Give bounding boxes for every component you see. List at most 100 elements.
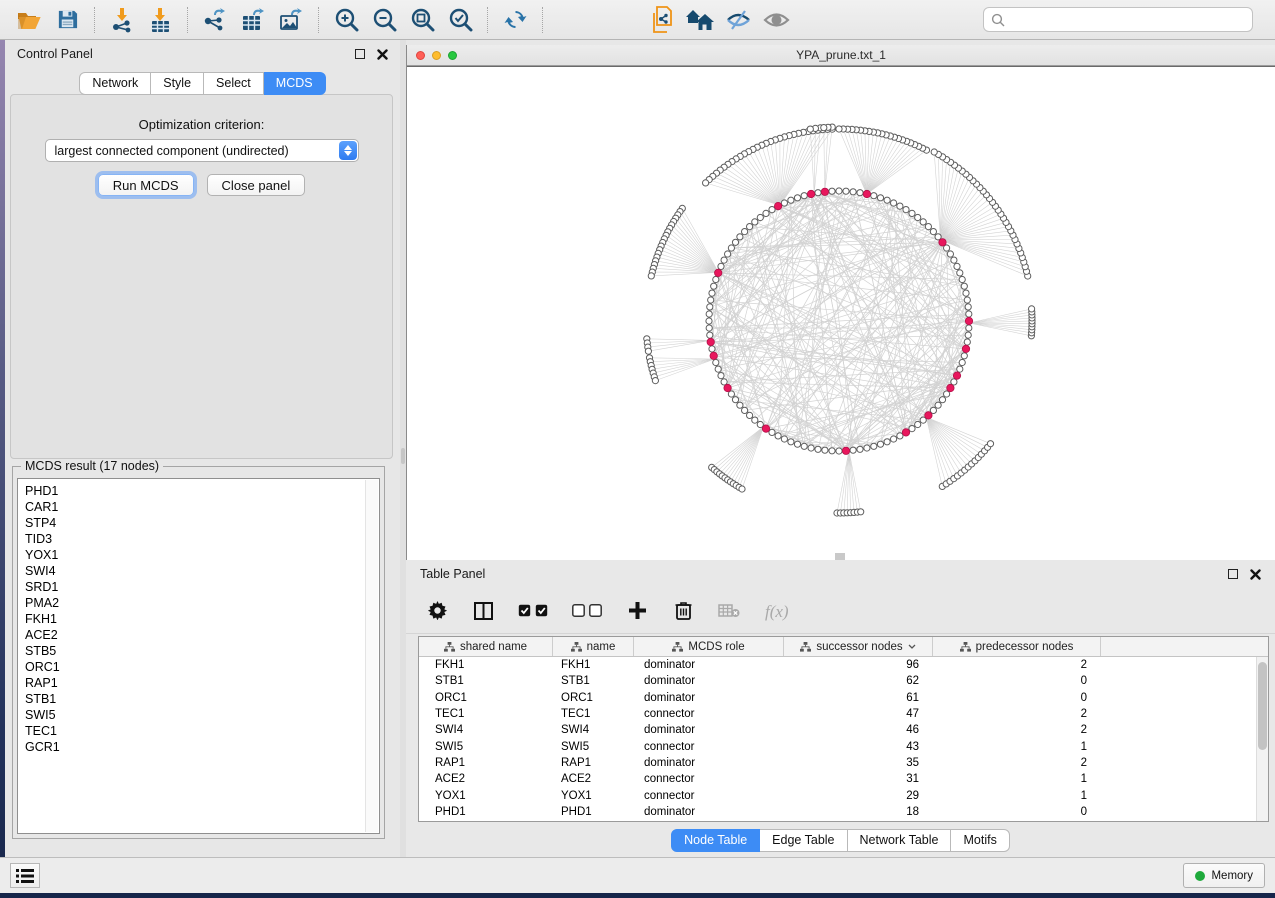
criterion-dropdown[interactable]: largest connected component (undirected) [45,139,359,162]
column-header-predecessor-nodes[interactable]: predecessor nodes [933,637,1101,656]
cell-predecessor-nodes: 2 [933,708,1101,720]
mcds-result-item[interactable]: STB5 [25,643,379,659]
show-columns-icon[interactable] [470,598,496,624]
table-row[interactable]: TEC1TEC1connector472 [419,706,1256,722]
table-scrollbar-thumb[interactable] [1258,662,1267,750]
search-icon [991,13,1005,27]
cell-name: YOX1 [553,790,634,802]
mcds-result-item[interactable]: FKH1 [25,611,379,627]
search-input[interactable] [1010,13,1245,27]
tab-node-table[interactable]: Node Table [671,829,760,852]
main-toolbar [0,0,1275,40]
tab-mcds[interactable]: MCDS [264,72,326,95]
column-header-name[interactable]: name [553,637,634,656]
column-header-label: successor nodes [816,641,902,653]
run-mcds-button[interactable]: Run MCDS [98,174,194,196]
close-panel-icon[interactable] [377,49,388,60]
table-scrollbar[interactable] [1256,657,1268,821]
column-header-successor-nodes[interactable]: successor nodes [784,637,933,656]
create-column-icon[interactable] [624,598,650,624]
network-canvas[interactable] [407,66,1275,560]
mcds-result-item[interactable]: TEC1 [25,723,379,739]
splitter-grip[interactable] [401,448,405,464]
cell-name: FKH1 [553,659,634,671]
minimize-window-icon[interactable] [432,51,441,60]
cell-name: RAP1 [553,757,634,769]
column-header-mcds-role[interactable]: MCDS role [634,637,784,656]
import-network-icon[interactable] [107,6,137,34]
mcds-list-scrollbar[interactable] [365,480,378,832]
maximize-window-icon[interactable] [448,51,457,60]
network-window-titlebar[interactable]: YPA_prune.txt_1 [407,45,1275,66]
table-row[interactable]: RAP1RAP1dominator352 [419,755,1256,771]
tab-motifs[interactable]: Motifs [951,829,1009,852]
cell-successor-nodes: 35 [784,757,933,769]
mcds-result-item[interactable]: ORC1 [25,659,379,675]
mcds-result-item[interactable]: PMA2 [25,595,379,611]
open-file-icon[interactable] [14,6,44,34]
cell-predecessor-nodes: 1 [933,790,1101,802]
deselect-all-rows-icon[interactable] [570,598,604,624]
cell-shared-name: SWI4 [419,724,553,736]
table-row[interactable]: FKH1FKH1dominator962 [419,657,1256,673]
mcds-result-list[interactable]: PHD1CAR1STP4TID3YOX1SWI4SRD1PMA2FKH1ACE2… [17,478,380,834]
mcds-result-item[interactable]: SWI4 [25,563,379,579]
close-panel-button[interactable]: Close panel [207,174,306,196]
tab-edge-table[interactable]: Edge Table [760,829,847,852]
hide-graphics-details-icon[interactable] [723,6,753,34]
apply-layout-icon[interactable] [500,6,530,34]
network-from-selection-icon[interactable] [647,6,677,34]
export-table-icon[interactable] [238,6,268,34]
mcds-result-item[interactable]: STP4 [25,515,379,531]
delete-columns-icon[interactable] [670,598,696,624]
tab-network[interactable]: Network [79,72,151,95]
search-box[interactable] [983,7,1253,32]
float-table-panel-icon[interactable] [1228,569,1238,579]
mcds-result-item[interactable]: CAR1 [25,499,379,515]
mcds-result-item[interactable]: YOX1 [25,547,379,563]
export-network-icon[interactable] [200,6,230,34]
cell-mcds-role: connector [634,790,784,802]
mcds-result-item[interactable]: ACE2 [25,627,379,643]
zoom-selected-icon[interactable] [445,6,475,34]
tab-network-table[interactable]: Network Table [848,829,952,852]
function-builder-icon: f(x) [762,598,798,624]
memory-button[interactable]: Memory [1183,863,1265,888]
column-header-shared-name[interactable]: shared name [419,637,553,656]
zoom-fit-icon[interactable] [407,6,437,34]
table-row[interactable]: PHD1PHD1dominator180 [419,804,1256,820]
mcds-result-title: MCDS result (17 nodes) [21,459,163,473]
table-row[interactable]: ACE2ACE2connector311 [419,771,1256,787]
close-window-icon[interactable] [416,51,425,60]
table-row[interactable]: SWI4SWI4dominator462 [419,722,1256,738]
workspace: YPA_prune.txt_1 Table Panel [406,40,1275,857]
toolbar-separator [318,7,319,33]
network-hscroll-thumb[interactable] [835,553,845,560]
table-row[interactable]: SWI5SWI5connector431 [419,738,1256,754]
task-history-button[interactable] [10,863,40,888]
select-all-rows-icon[interactable] [516,598,550,624]
mcds-result-item[interactable]: STB1 [25,691,379,707]
zoom-in-icon[interactable] [331,6,361,34]
home-icon[interactable] [685,6,715,34]
network-window: YPA_prune.txt_1 [406,45,1275,560]
mcds-result-item[interactable]: TID3 [25,531,379,547]
table-row[interactable]: STB1STB1dominator620 [419,673,1256,689]
table-row[interactable]: ORC1ORC1dominator610 [419,690,1256,706]
tab-style[interactable]: Style [151,72,204,95]
mcds-result-item[interactable]: GCR1 [25,739,379,755]
close-table-panel-icon[interactable] [1250,569,1261,580]
mcds-result-item[interactable]: SRD1 [25,579,379,595]
table-row[interactable]: YOX1YOX1connector291 [419,787,1256,803]
mcds-result-item[interactable]: RAP1 [25,675,379,691]
tab-select[interactable]: Select [204,72,264,95]
mcds-result-item[interactable]: SWI5 [25,707,379,723]
svg-text:f(x): f(x) [765,602,789,621]
save-session-icon[interactable] [52,6,82,34]
mcds-result-item[interactable]: PHD1 [25,483,379,499]
zoom-out-icon[interactable] [369,6,399,34]
import-table-icon[interactable] [145,6,175,34]
table-mode-gear-icon[interactable] [424,598,450,624]
float-panel-icon[interactable] [355,49,365,59]
export-image-icon[interactable] [276,6,306,34]
